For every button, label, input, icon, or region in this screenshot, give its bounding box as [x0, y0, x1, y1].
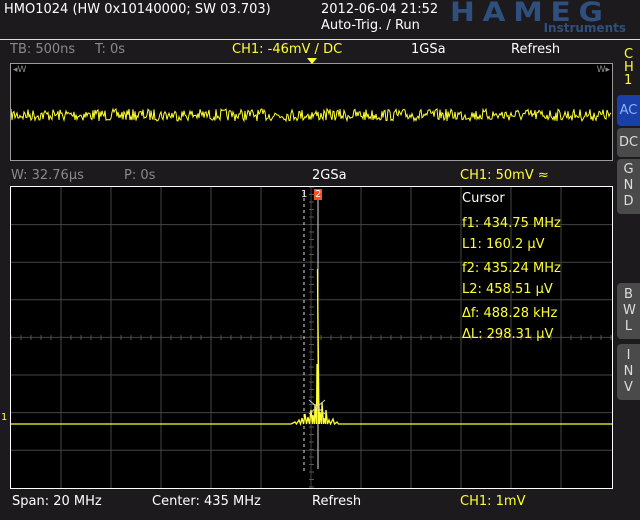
fft-channel-scale[interactable]: CH1: 1mV: [460, 494, 525, 509]
time-waveform: [11, 107, 612, 123]
cursor-l2: L2: 458.51 µV: [462, 282, 553, 297]
datetime: 2012-06-04 21:52: [321, 2, 439, 17]
window-width: W: 32.76µs: [11, 168, 84, 183]
cursor-title: Cursor: [462, 191, 505, 206]
bandwidth-limit-button[interactable]: BWL: [617, 283, 640, 339]
side-channel-label: CH1: [624, 47, 634, 88]
invert-button[interactable]: INV: [617, 344, 640, 400]
fft-channel-setting[interactable]: CH1: 50mV ≈: [460, 168, 549, 183]
cursor1-marker: 1: [301, 189, 308, 200]
coupling-dc-button[interactable]: DC: [617, 128, 640, 157]
time-domain-view[interactable]: ◂W W▸: [10, 63, 613, 161]
acq-mode: Refresh: [511, 42, 561, 57]
coupling-ac-button[interactable]: AC: [617, 95, 640, 126]
channel-setting[interactable]: CH1: -46mV / DC: [232, 42, 342, 57]
cursor-f2: f2: 435.24 MHz: [462, 261, 561, 276]
cursor-delta-f: Δf: 488.28 kHz: [462, 306, 558, 321]
span-setting[interactable]: Span: 20 MHz: [12, 494, 102, 509]
fft-mode[interactable]: Refresh: [312, 494, 361, 509]
window-position: P: 0s: [124, 168, 156, 183]
hameg-logo: HAMEG Instruments: [450, 0, 626, 35]
cursor-delta-l: ΔL: 298.31 µV: [462, 327, 554, 342]
trigger-time: T: 0s: [95, 42, 126, 57]
device-info: HMO1024 (HW 0x10140000; SW 03.703): [4, 2, 271, 17]
timebase: TB: 500ns: [10, 42, 76, 57]
cursor-l1: L1: 160.2 µV: [462, 237, 545, 252]
trigger-position-marker: [307, 58, 317, 64]
coupling-gnd-button[interactable]: GND: [617, 159, 640, 214]
cursor2-marker[interactable]: 2: [314, 189, 323, 200]
divider: [0, 39, 640, 40]
channel-reference-marker: 1: [1, 412, 8, 423]
fft-sample-rate: 2GSa: [312, 168, 347, 183]
center-frequency[interactable]: Center: 435 MHz: [152, 494, 261, 509]
sample-rate: 1GSa: [411, 42, 446, 57]
cursor-f1: f1: 434.75 MHz: [462, 216, 561, 231]
trigger-mode: Auto-Trig. / Run: [321, 18, 420, 33]
